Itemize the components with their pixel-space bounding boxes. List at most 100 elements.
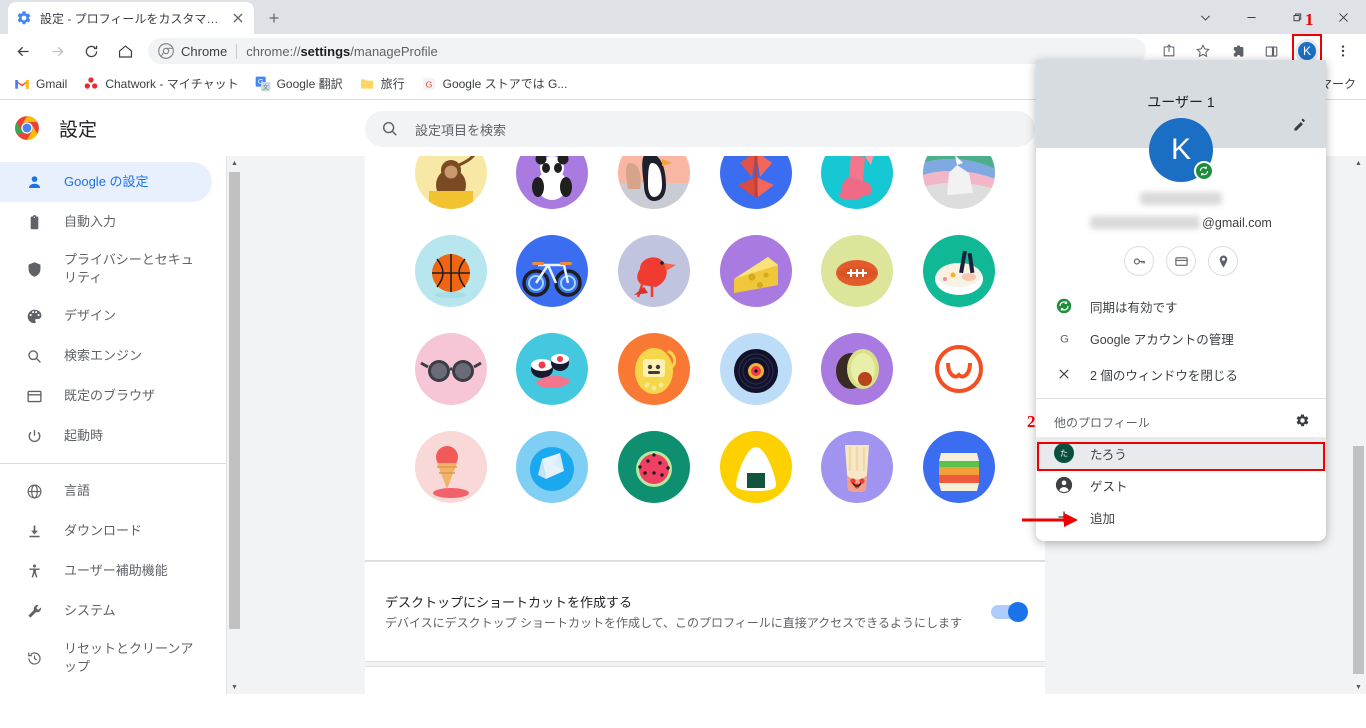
sidebar-item-default-browser[interactable]: 既定のブラウザ [0,376,212,416]
pencil-icon[interactable] [1292,117,1308,138]
vinyl-record-avatar[interactable] [719,333,792,405]
avatar-option[interactable] [908,156,1010,222]
sidebar-item-search-engine[interactable]: 検索エンジン [0,336,212,376]
sidebar-item-languages[interactable]: 言語 [0,471,212,511]
sidebar-item-reset[interactable]: リセットとクリーンアップ [0,631,212,685]
bookmark-item[interactable]: G Google ストアでは G... [421,75,567,92]
address-pin-icon[interactable] [1208,246,1238,276]
close-icon[interactable] [230,10,246,26]
avatar-option[interactable] [908,222,1010,320]
close-window-icon[interactable] [1320,0,1366,34]
google-g-icon: G [1054,331,1074,346]
scroll-up-icon[interactable]: ▲ [1351,156,1366,170]
bookmark-item[interactable]: G 文 Google 翻訳 [255,75,343,92]
scroll-down-icon[interactable]: ▼ [227,680,242,694]
payment-card-icon[interactable] [1166,246,1196,276]
sidebar-item-google[interactable]: Google の設定 [0,162,212,202]
new-tab-button[interactable] [260,4,288,32]
smile-avatar[interactable] [923,333,996,405]
chevron-down-icon[interactable] [1182,0,1228,34]
folder-icon [359,76,375,92]
bookmark-item[interactable]: Chatwork - マイチャット [83,75,239,92]
sunglasses-avatar[interactable] [414,333,487,405]
avatar-option[interactable] [705,156,807,222]
sidebar-scrollbar-thumb[interactable] [229,172,240,629]
sidebar-item-downloads[interactable]: ダウンロード [0,511,212,551]
scroll-down-icon[interactable]: ▼ [1351,680,1366,694]
avatar-option[interactable] [400,320,502,418]
monkey-avatar[interactable] [414,156,487,209]
sidebar-item-startup[interactable]: 起動時 [0,416,212,456]
other-profile-taro[interactable]: た たろう [1036,437,1326,469]
sidebar-item-privacy[interactable]: プライバシーとセキュリティ [0,242,212,296]
desktop-shortcut-toggle[interactable] [991,601,1028,622]
sidebar-item-autofill[interactable]: 自動入力 [0,202,212,242]
watermelon-avatar[interactable] [618,431,691,503]
bookmark-item[interactable]: Gmail [14,76,67,92]
menu-row-sync-status[interactable]: 同期は有効です [1036,290,1326,322]
avatar-option[interactable] [807,418,909,516]
gear-icon[interactable] [1295,413,1310,431]
sidebar-scrollbar[interactable]: ▲ ▼ [226,156,241,694]
other-profile-guest[interactable]: ゲスト [1036,469,1326,501]
avatar-option[interactable] [908,418,1010,516]
origami-avatar[interactable] [516,431,589,503]
avatar-option[interactable] [603,320,705,418]
sidebar-item-appearance[interactable]: デザイン [0,296,212,336]
football-avatar[interactable] [821,235,894,307]
avatar-option[interactable] [502,418,604,516]
search-input[interactable]: 設定項目を検索 [365,111,1035,147]
avatar-option[interactable] [603,418,705,516]
home-icon[interactable] [111,37,139,65]
sidebar-item-accessibility[interactable]: ユーザー補助機能 [0,551,212,591]
browser-tab[interactable]: 設定 - プロフィールをカスタマイズ [8,2,254,34]
rabbit-avatar[interactable] [821,156,894,209]
avatar-option[interactable] [705,418,807,516]
bubbletea-avatar[interactable] [821,431,894,503]
avatar-option[interactable] [807,156,909,222]
bicycle-avatar[interactable] [516,235,589,307]
chrome-menu-icon[interactable] [1329,37,1357,65]
onigiri-avatar[interactable] [719,431,792,503]
panda-avatar[interactable] [516,156,589,209]
main-scrollbar-thumb[interactable] [1353,446,1364,674]
unicorn-avatar[interactable] [923,156,996,209]
butterfly-avatar[interactable] [719,156,792,209]
avatar-option[interactable] [502,320,604,418]
avatar-option[interactable] [502,156,604,222]
avatar-option[interactable] [502,222,604,320]
scroll-up-icon[interactable]: ▲ [227,156,242,170]
penguin-avatar[interactable] [618,156,691,209]
avatar-option[interactable] [400,156,502,222]
avatar-option[interactable] [705,320,807,418]
icecream-avatar[interactable] [414,431,487,503]
sidebar-item-system[interactable]: システム [0,591,212,631]
main-scrollbar[interactable]: ▲ ▼ [1351,156,1366,694]
sandwich-avatar[interactable] [923,431,996,503]
basketball-avatar[interactable] [414,235,487,307]
avatar-option[interactable] [807,320,909,418]
reload-icon[interactable] [77,37,105,65]
avatar-option[interactable] [603,156,705,222]
ramen-avatar[interactable] [923,235,996,307]
sushi-avatar[interactable] [516,333,589,405]
menu-row-manage-google-account[interactable]: G Google アカウントの管理 [1036,322,1326,354]
avatar-option[interactable] [603,222,705,320]
avatar-option[interactable] [807,222,909,320]
menu-row-close-windows[interactable]: 2 個のウィンドウを閉じる [1036,358,1326,390]
password-key-icon[interactable] [1124,246,1154,276]
tamagotchi-avatar[interactable] [618,333,691,405]
avatar-option[interactable] [400,222,502,320]
back-icon[interactable] [9,37,37,65]
cheese-avatar[interactable] [719,235,792,307]
avocado-avatar[interactable] [821,333,894,405]
avatar-option[interactable] [908,320,1010,418]
bird-avatar[interactable] [618,235,691,307]
address-bar[interactable]: Chrome chrome://settings/manageProfile [148,38,1146,64]
forward-icon[interactable] [43,37,71,65]
shortcut-subtitle: デバイスにデスクトップ ショートカットを作成して、このプロフィールに直接アクセス… [385,615,962,630]
avatar-option[interactable] [400,418,502,516]
avatar-option[interactable] [705,222,807,320]
minimize-icon[interactable] [1228,0,1274,34]
bookmark-item[interactable]: 旅行 [359,75,405,92]
